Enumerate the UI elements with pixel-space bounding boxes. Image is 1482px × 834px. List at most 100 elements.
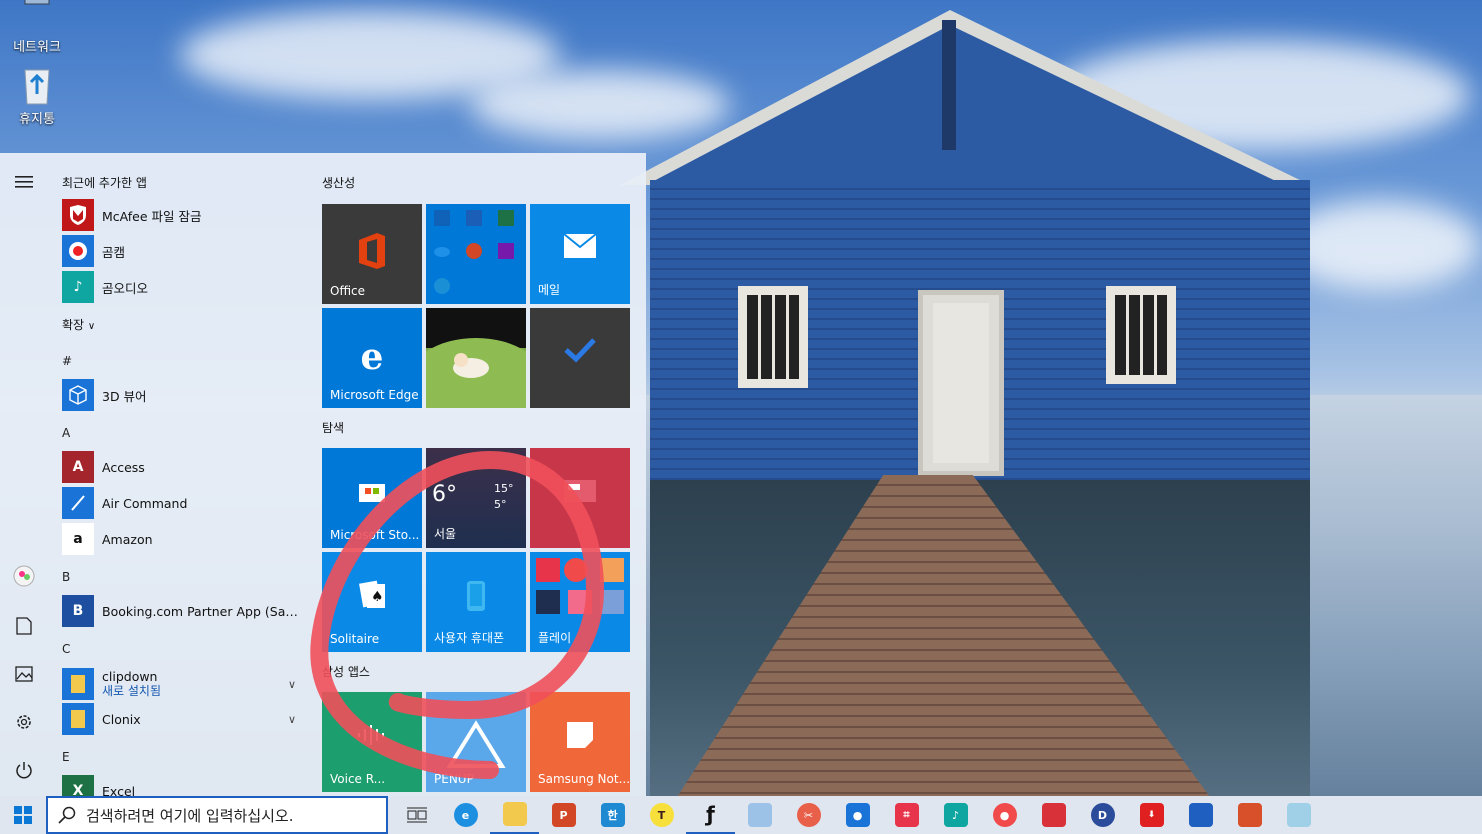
pictures-icon[interactable] (11, 661, 37, 687)
booking-icon: B (62, 595, 94, 627)
desktop-icon-recycle-bin[interactable]: 휴지통 (2, 64, 72, 127)
chevron-down-icon[interactable]: ∨ (288, 678, 296, 691)
tile-label: Microsoft Sto... (330, 528, 420, 542)
tile-group-title: 생산성 (322, 176, 356, 190)
section-letter[interactable]: E (62, 750, 70, 764)
task-view-icon (406, 807, 427, 823)
app-red-icon (1041, 803, 1066, 827)
expand-button[interactable]: 확장 ∨ (62, 316, 95, 333)
tile-voice-recorder[interactable]: Voice R... (322, 692, 422, 792)
tile-group-title: 삼성 앱스 (322, 665, 370, 679)
tile-samsung-notes[interactable]: Samsung Not... (530, 692, 630, 792)
music-note-icon: ♪ (943, 803, 968, 827)
app-item-amazon[interactable]: a Amazon (62, 522, 300, 556)
section-letter[interactable]: A (62, 426, 70, 440)
taskbar-search-box[interactable]: 검색하려면 여기에 입력하십시오. (46, 796, 388, 834)
user-avatar-icon[interactable] (11, 563, 37, 589)
tile-todo[interactable] (530, 308, 630, 408)
taskbar-app-note[interactable] (1274, 796, 1323, 834)
task-view-button[interactable] (392, 796, 441, 834)
app-item-gomcam[interactable]: 곰캠 (62, 234, 300, 268)
taskbar-app-script[interactable]: ƒ (686, 796, 735, 834)
taskbar-internet-explorer[interactable]: e (441, 796, 490, 834)
taskbar-gomcam[interactable]: ● (833, 796, 882, 834)
app-item-excel[interactable]: X Excel (62, 774, 300, 796)
tile-label: 사용자 휴대폰 (434, 631, 505, 645)
taskbar-clip[interactable]: ⬇ (1127, 796, 1176, 834)
tile-penup[interactable]: PENUP (426, 692, 526, 792)
tile-office-apps-folder[interactable] (426, 204, 526, 304)
mail-envelope-icon (530, 232, 630, 267)
recycle-bin-icon (17, 64, 57, 105)
taskbar: 검색하려면 여기에 입력하십시오. e P 한 T ƒ ✂ ● ⌗ ♪ ● D … (0, 796, 1482, 834)
start-rail (0, 153, 48, 796)
section-letter[interactable]: # (62, 354, 72, 368)
app-item-3d-viewer[interactable]: 3D 뷰어 (62, 378, 300, 412)
app-item-clonix[interactable]: Clonix ∨ (62, 702, 300, 736)
note-icon (530, 720, 630, 758)
tile-label: Voice R... (330, 772, 386, 786)
tile-office[interactable]: Office (322, 204, 422, 304)
weather-low-temp: 5° (494, 498, 507, 511)
app-item-mcafee[interactable]: McAfee 파일 잠금 (62, 198, 300, 232)
app-item-label: Booking.com Partner App (Samsun... (102, 603, 300, 619)
taskbar-bandicam[interactable]: ● (980, 796, 1029, 834)
taskbar-kakaotalk[interactable]: T (637, 796, 686, 834)
taskbar-app-red[interactable] (1029, 796, 1078, 834)
tile-news[interactable] (530, 448, 630, 548)
tile-microsoft-store[interactable]: Microsoft Sto... (322, 448, 422, 548)
section-letter[interactable]: B (62, 570, 70, 584)
tile-play-folder[interactable]: 플레이 (530, 552, 630, 652)
taskbar-file-explorer[interactable] (490, 796, 539, 834)
tile-mail[interactable]: 메일 (530, 204, 630, 304)
taskbar-snipping[interactable]: ✂ (784, 796, 833, 834)
app-item-label: clipdown (102, 669, 158, 684)
documents-icon[interactable] (11, 613, 37, 639)
taskbar-media[interactable] (1176, 796, 1225, 834)
tile-solitaire[interactable]: ♠ Solitaire (322, 552, 422, 652)
taskbar-app-orange[interactable] (1225, 796, 1274, 834)
app-item-clipdown[interactable]: clipdown 새로 설치됨 ∨ (62, 666, 300, 702)
chevron-down-icon: ∨ (87, 321, 96, 332)
taskbar-app-globe[interactable]: D (1078, 796, 1127, 834)
chevron-down-icon[interactable]: ∨ (288, 713, 296, 726)
taskbar-powerpoint[interactable]: P (539, 796, 588, 834)
tile-group-title: 탐색 (322, 421, 345, 435)
tile-your-phone[interactable]: 사용자 휴대폰 (426, 552, 526, 652)
house-window-right (1106, 286, 1176, 384)
section-letter[interactable]: C (62, 642, 70, 656)
store-bag-icon (322, 476, 422, 512)
tile-photos[interactable] (426, 308, 526, 408)
app-item-gomaudio[interactable]: ♪ 곰오디오 (62, 270, 300, 304)
tile-microsoft-edge[interactable]: e Microsoft Edge (322, 308, 422, 408)
hamburger-menu-icon[interactable] (11, 169, 37, 195)
taskbar-paint[interactable] (735, 796, 784, 834)
flag (942, 20, 956, 150)
app-item-label: Amazon (102, 531, 153, 547)
app-item-access[interactable]: A Access (62, 450, 300, 484)
folder-icon (502, 802, 527, 826)
app-item-air-command[interactable]: Air Command (62, 486, 300, 520)
app-orange-icon (1237, 803, 1262, 827)
search-placeholder: 검색하려면 여기에 입력하십시오. (86, 806, 294, 825)
taskbar-gomaudio[interactable]: ♪ (931, 796, 980, 834)
powerpoint-icon: P (551, 803, 576, 827)
taskbar-hancom[interactable]: 한 (588, 796, 637, 834)
house-gable (650, 25, 1280, 183)
power-icon[interactable] (11, 757, 37, 783)
music-note-icon: ♪ (62, 271, 94, 303)
tile-label: 서울 (434, 527, 457, 541)
windows-start-button[interactable] (0, 796, 46, 834)
sound-wave-icon (322, 720, 422, 755)
taskbar-capture[interactable]: ⌗ (882, 796, 931, 834)
globe-icon: D (1090, 803, 1115, 827)
app-item-booking[interactable]: B Booking.com Partner App (Samsun... (62, 594, 300, 628)
settings-gear-icon[interactable] (11, 709, 37, 735)
app-item-label: Air Command (102, 495, 188, 511)
desktop-icon-network[interactable]: 네트워크 (2, 0, 72, 55)
checkmark-icon (530, 336, 630, 371)
cloud (1280, 200, 1480, 290)
note-app-icon (1286, 803, 1311, 827)
app-item-label: 곰캠 (102, 244, 126, 260)
tile-weather[interactable]: 6° 15° 5° 서울 (426, 448, 526, 548)
